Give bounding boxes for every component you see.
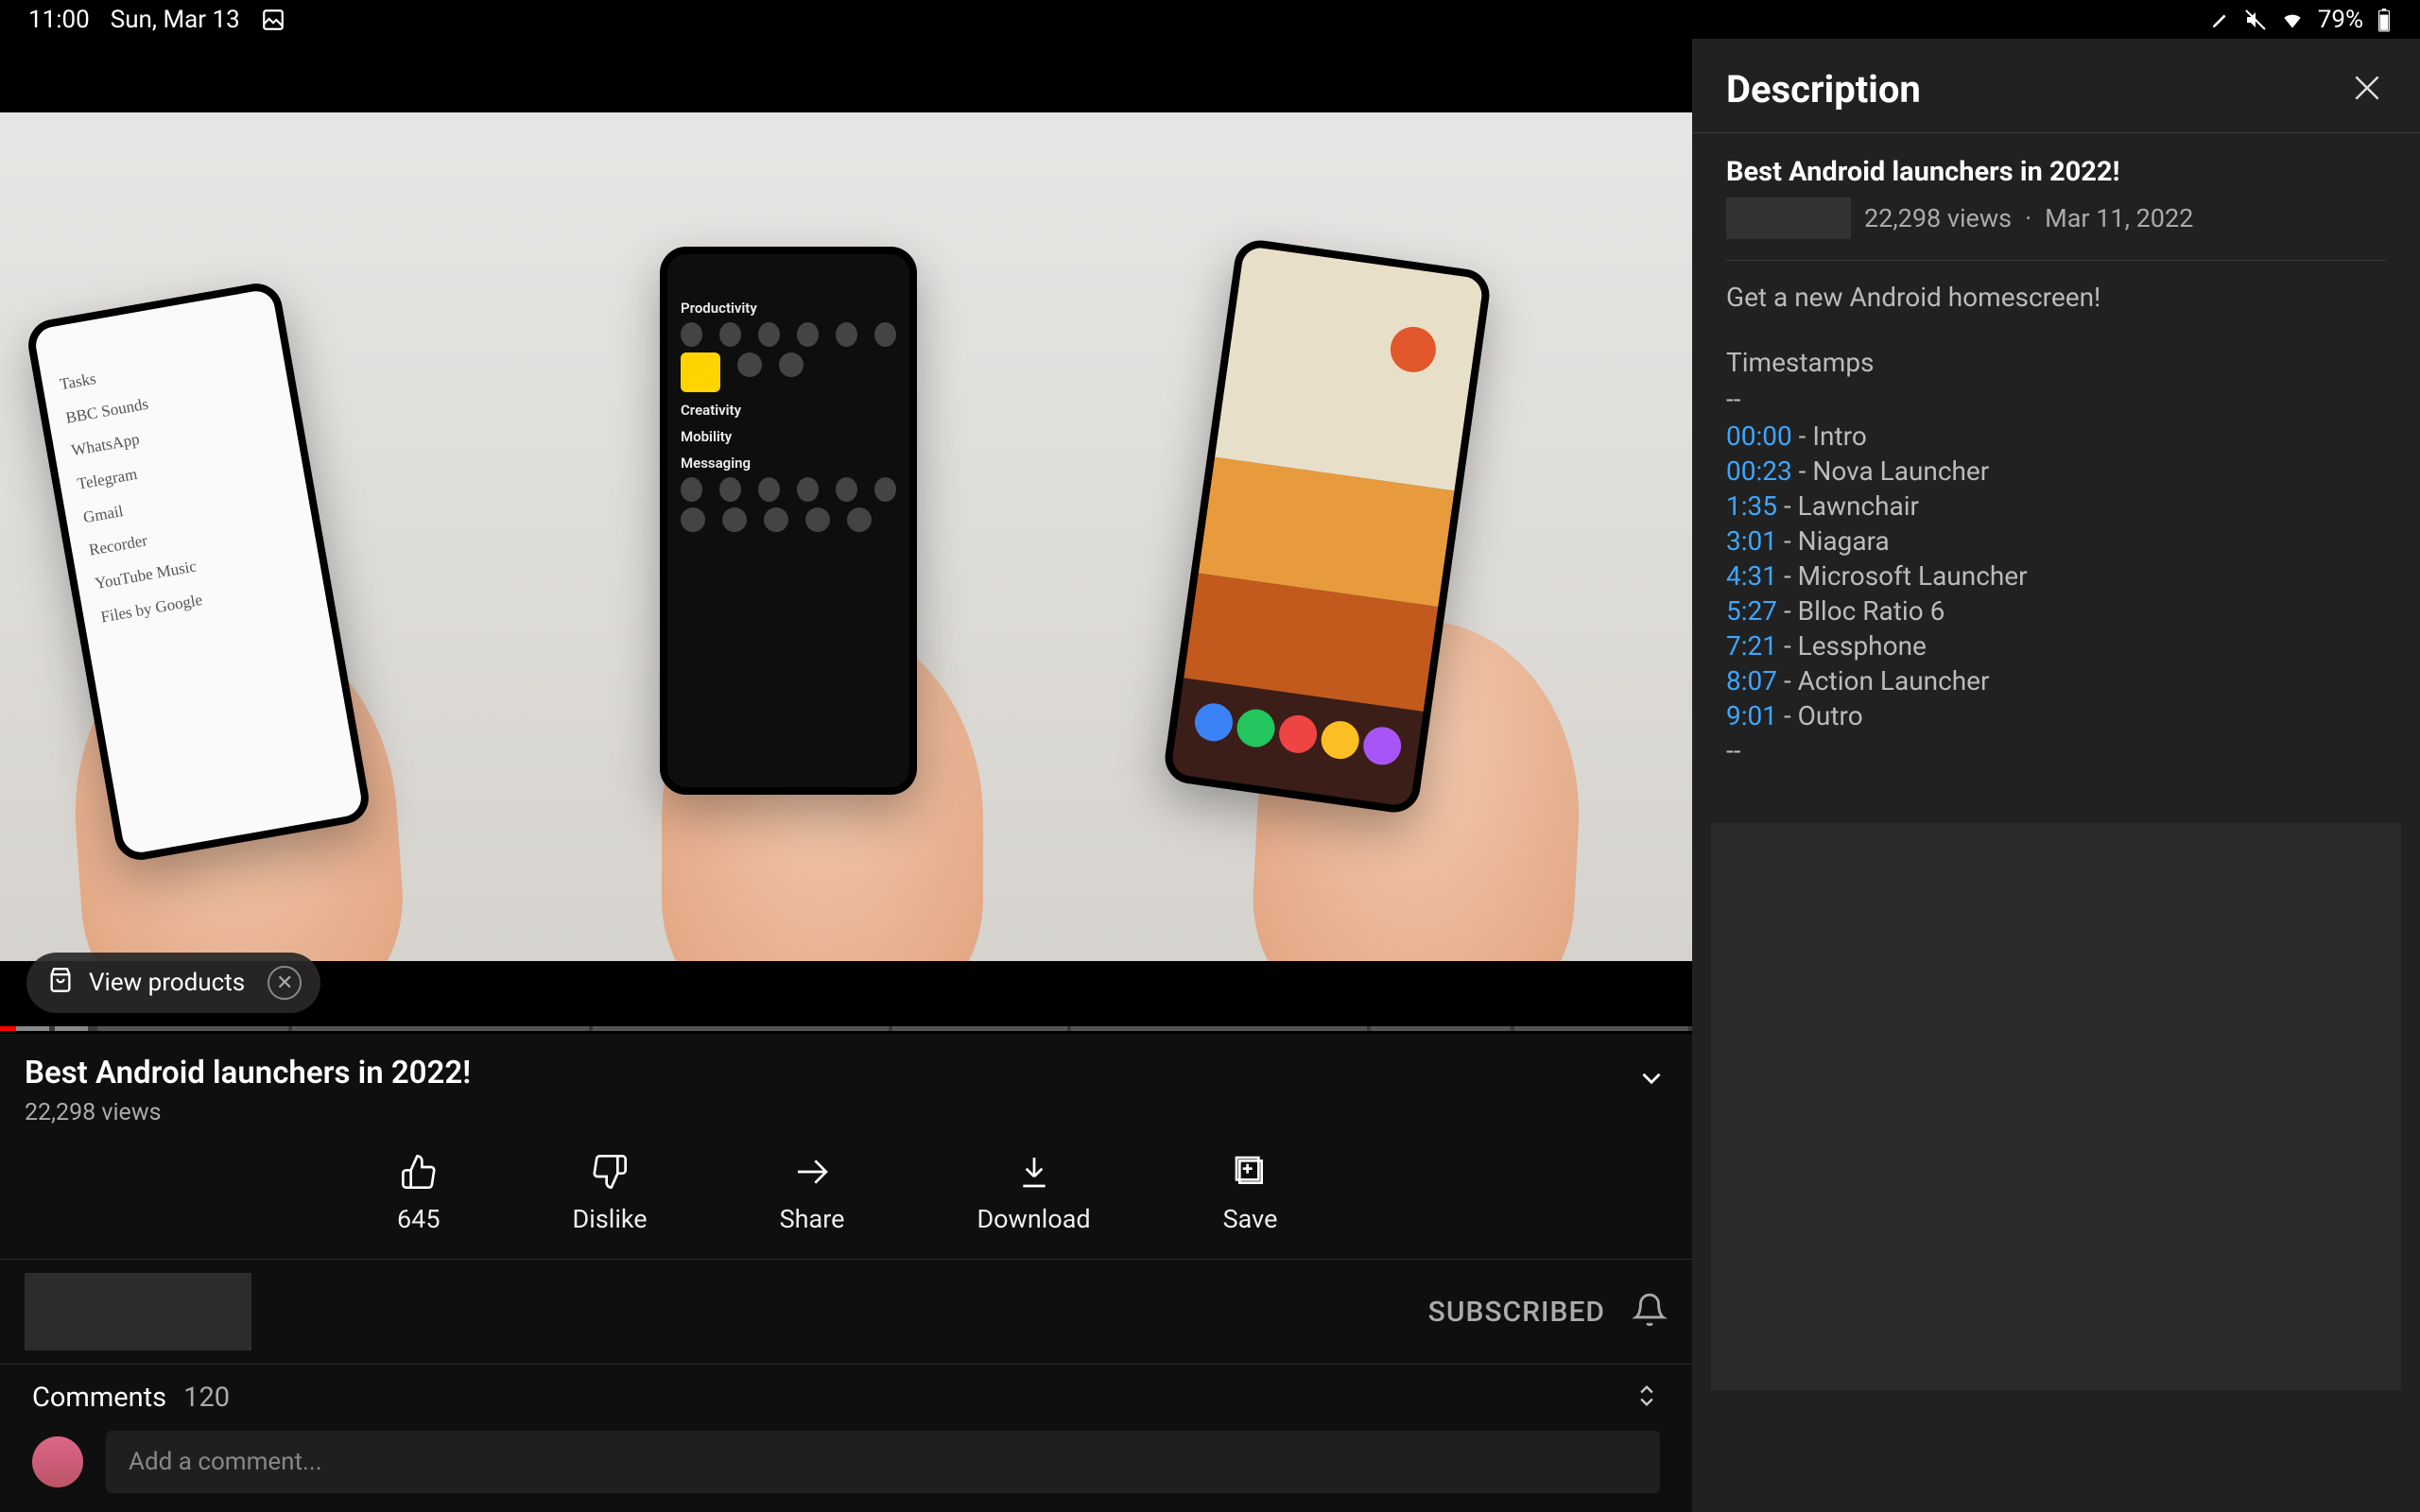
thumbs-down-icon xyxy=(591,1153,629,1191)
channel-row[interactable]: SUBSCRIBED xyxy=(0,1260,1692,1365)
description-title: Description xyxy=(1726,67,1921,112)
my-avatar xyxy=(32,1436,83,1487)
video-frame: Tasks BBC Sounds WhatsApp Telegram Gmail… xyxy=(0,112,1692,961)
comments-header[interactable]: Comments 120 xyxy=(0,1365,1692,1423)
timestamp-time[interactable]: 9:01 xyxy=(1726,700,1777,731)
action-bar: 645 Dislike Share Download Save xyxy=(0,1136,1692,1260)
timestamp-row[interactable]: 1:35 - Lawnchair xyxy=(1726,490,2386,522)
timestamps-dashes-top: -- xyxy=(1726,384,2386,415)
video-progress-bar[interactable] xyxy=(0,1026,1692,1031)
share-button[interactable]: Share xyxy=(780,1153,845,1234)
comments-label: Comments xyxy=(32,1382,166,1414)
thumbs-up-icon xyxy=(400,1153,438,1191)
timestamp-label: - Outro xyxy=(1777,700,1863,731)
timestamp-label: - Niagara xyxy=(1777,525,1890,557)
status-bar: 11:00 Sun, Mar 13 79% xyxy=(0,0,2420,39)
timestamp-row[interactable]: 7:21 - Lessphone xyxy=(1726,630,2386,662)
timestamp-time[interactable]: 7:21 xyxy=(1726,630,1777,662)
description-panel: Description Best Android launchers in 20… xyxy=(1692,39,2420,1512)
mute-icon xyxy=(2244,9,2267,31)
description-channel-redacted xyxy=(1726,198,1851,239)
save-button[interactable]: Save xyxy=(1223,1153,1278,1234)
view-products-chip[interactable]: View products ✕ xyxy=(26,953,320,1013)
status-time: 11:00 xyxy=(28,6,90,34)
battery-icon xyxy=(2377,8,2392,32)
timestamp-row[interactable]: 4:31 - Microsoft Launcher xyxy=(1726,560,2386,592)
save-icon xyxy=(1232,1153,1270,1191)
wifi-icon xyxy=(2280,8,2305,32)
share-label: Share xyxy=(780,1204,845,1234)
like-count: 645 xyxy=(397,1204,441,1234)
like-button[interactable]: 645 xyxy=(397,1153,441,1234)
phone-mock-center: Productivity Creativity Mobility Messagi… xyxy=(660,247,917,795)
dislike-button[interactable]: Dislike xyxy=(573,1153,648,1234)
view-products-label: View products xyxy=(89,969,245,997)
timestamp-row[interactable]: 5:27 - Blloc Ratio 6 xyxy=(1726,595,2386,627)
timestamp-row[interactable]: 00:00 - Intro xyxy=(1726,421,2386,452)
timestamp-time[interactable]: 00:00 xyxy=(1726,421,1792,452)
timestamp-label: - Blloc Ratio 6 xyxy=(1777,595,1945,627)
picture-icon xyxy=(261,8,285,32)
pen-icon xyxy=(2210,9,2231,30)
timestamp-row[interactable]: 3:01 - Niagara xyxy=(1726,525,2386,557)
status-date: Sun, Mar 13 xyxy=(111,6,240,34)
bell-icon[interactable] xyxy=(1632,1292,1668,1332)
timestamp-label: - Nova Launcher xyxy=(1792,455,1990,487)
shopping-bag-icon xyxy=(47,967,74,1000)
download-button[interactable]: Download xyxy=(977,1153,1090,1234)
timestamp-time[interactable]: 3:01 xyxy=(1726,525,1777,557)
comment-input[interactable]: Add a comment... xyxy=(106,1431,1660,1493)
timestamp-time[interactable]: 8:07 xyxy=(1726,665,1777,696)
timestamp-label: - Action Launcher xyxy=(1777,665,1990,696)
description-video-title: Best Android launchers in 2022! xyxy=(1726,156,2386,188)
timestamps-dashes-bottom: -- xyxy=(1726,735,2386,766)
video-player[interactable]: Tasks BBC Sounds WhatsApp Telegram Gmail… xyxy=(0,39,1692,1034)
channel-name-redacted xyxy=(25,1273,251,1350)
description-views: 22,298 views xyxy=(1864,203,2012,233)
comments-count: 120 xyxy=(183,1382,230,1414)
close-description-icon[interactable] xyxy=(2348,69,2386,111)
battery-percent: 79% xyxy=(2318,6,2363,34)
unfold-icon[interactable] xyxy=(1634,1383,1660,1413)
close-icon[interactable]: ✕ xyxy=(268,966,302,1000)
timestamp-time[interactable]: 1:35 xyxy=(1726,490,1777,522)
save-label: Save xyxy=(1223,1204,1278,1234)
dislike-label: Dislike xyxy=(573,1204,648,1234)
download-label: Download xyxy=(977,1204,1090,1234)
timestamp-label: - Lessphone xyxy=(1777,630,1927,662)
description-tagline: Get a new Android homescreen! xyxy=(1726,282,2386,313)
timestamp-label: - Intro xyxy=(1792,421,1867,452)
timestamps-heading: Timestamps xyxy=(1726,347,2386,378)
timestamp-time[interactable]: 5:27 xyxy=(1726,595,1777,627)
timestamp-time[interactable]: 4:31 xyxy=(1726,560,1777,592)
share-icon xyxy=(793,1153,831,1191)
video-views: 22,298 views xyxy=(25,1099,471,1126)
download-icon xyxy=(1015,1153,1053,1191)
description-date: Mar 11, 2022 xyxy=(2045,203,2193,233)
timestamp-row[interactable]: 00:23 - Nova Launcher xyxy=(1726,455,2386,487)
timestamp-row[interactable]: 8:07 - Action Launcher xyxy=(1726,665,2386,696)
video-title: Best Android launchers in 2022! xyxy=(25,1055,471,1091)
timestamp-time[interactable]: 00:23 xyxy=(1726,455,1792,487)
timestamp-row[interactable]: 9:01 - Outro xyxy=(1726,700,2386,731)
description-ad-placeholder xyxy=(1711,823,2401,1390)
timestamp-label: - Lawnchair xyxy=(1777,490,1919,522)
chevron-down-icon[interactable] xyxy=(1635,1062,1668,1098)
timestamp-label: - Microsoft Launcher xyxy=(1777,560,2028,592)
subscribed-label[interactable]: SUBSCRIBED xyxy=(1428,1296,1605,1329)
